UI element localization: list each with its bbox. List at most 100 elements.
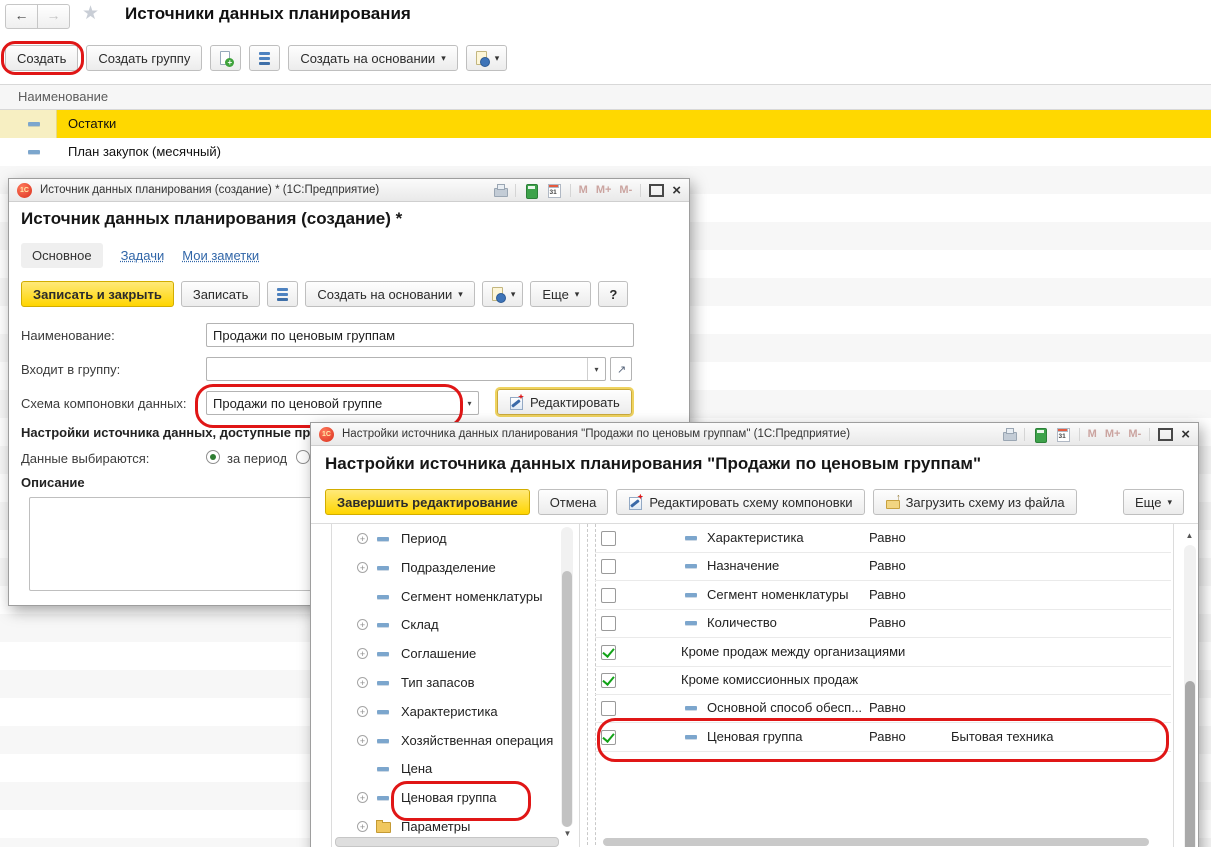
condition-checkbox[interactable] [601,616,616,631]
group-dropdown-button[interactable]: ▾ [587,358,605,380]
chevron-down-icon: ▾ [458,289,463,300]
dialog-data-source-settings: 1С Настройки источника данных планирован… [310,422,1199,847]
dialog1-titlebar[interactable]: 1С Источник данных планирования (создани… [9,179,689,202]
tab-main[interactable]: Основное [21,243,103,268]
condition-row[interactable]: Сегмент номенклатуры Равно [595,581,1171,610]
tree-hscrollbar[interactable] [335,837,559,847]
condition-operator: Равно [869,700,906,715]
close-button[interactable]: × [672,183,681,198]
column-header-name[interactable]: Наименование [0,84,1211,110]
more-button[interactable]: Еще ▾ [530,281,591,307]
list-item-icon [28,150,40,154]
save-button[interactable]: Записать [181,281,261,307]
create-group-button[interactable]: Создать группу [86,45,202,71]
settings-section-label: Настройки источника данных, доступные пр… [21,425,318,440]
condition-operator: Равно [869,530,906,545]
condition-label: Количество [707,615,777,630]
create-based-on-button[interactable]: Создать на основании ▾ [288,45,457,71]
print-icon[interactable] [492,183,507,198]
list-item-label: Остатки [68,116,116,131]
memory-m-plus: M+ [596,184,612,196]
app-window: ← → ★ Источники данных планирования Созд… [0,0,1211,847]
report-menu-button[interactable]: ▾ [482,281,524,307]
schema-input[interactable] [207,392,460,414]
create-based-on-button[interactable]: Создать на основании ▾ [305,281,474,307]
condition-checkbox[interactable] [601,645,616,660]
list-item-label: План закупок (месячный) [68,144,221,159]
help-button[interactable]: ? [598,281,628,307]
condition-label: Характеристика [707,530,804,545]
list-toolbar: Создать Создать группу Создать на основа… [5,45,507,71]
edit-schema-button[interactable]: Редактировать [497,389,632,415]
add-document-button[interactable] [210,45,241,71]
conditions-right-border [1173,524,1174,847]
name-field [206,323,634,347]
condition-operator: Равно [869,729,906,744]
create-button-label: Создать [17,51,66,66]
condition-row[interactable]: НазначениеРавно [595,552,1171,581]
data-list-button[interactable] [249,45,280,71]
scroll-up-icon[interactable]: ▲ [1183,531,1196,540]
name-input[interactable] [207,324,633,346]
tab-tasks[interactable]: Задачи [121,248,165,263]
save-and-close-button[interactable]: Записать и закрыть [21,281,174,307]
conditions-hscrollbar[interactable] [603,838,1149,846]
forward-button[interactable]: → [37,4,70,29]
report-menu-button[interactable]: ▾ [466,45,508,71]
condition-row[interactable]: Кроме продаж между организациями [595,638,1171,667]
condition-checkbox[interactable] [601,701,616,716]
conditions-scrollbar[interactable] [1184,545,1196,847]
condition-checkbox[interactable] [601,673,616,688]
list-row[interactable]: План закупок (месячный) [0,138,1211,167]
schema-field-label: Схема компоновки данных: [21,396,187,411]
calendar-icon[interactable]: 31 [547,183,562,198]
name-field-label: Наименование: [21,328,115,343]
back-button[interactable]: ← [5,4,38,29]
condition-operator: Равно [869,615,906,630]
create-group-label: Создать группу [98,51,190,66]
magic-wand-icon [509,395,524,410]
condition-operator: Равно [869,587,906,602]
group-open-button[interactable]: ↗ [610,357,632,381]
dialog1-title: Источник данных планирования (создание) … [40,184,379,196]
group-input[interactable] [207,358,587,380]
report-icon [474,51,489,66]
condition-label: Сегмент номенклатуры [707,587,848,602]
schema-field: ▾ [206,391,479,415]
condition-item-icon [685,621,697,625]
chevron-down-icon: ▾ [441,53,446,64]
calculator-icon[interactable] [524,183,539,198]
condition-label: Кроме продаж между организациями [681,644,905,659]
description-label: Описание [21,475,85,490]
condition-row[interactable]: Основной способ обесп...Равно [595,694,1171,723]
favorite-star-icon[interactable]: ★ [82,2,99,25]
condition-checkbox[interactable] [601,531,616,546]
condition-row[interactable]: Характеристика Равно [595,524,1171,553]
radio-second-option[interactable] [296,450,310,464]
conditions-list: ХарактеристикаРавноНазначениеРавноСегмен… [311,423,1198,847]
condition-item-icon [685,536,697,540]
condition-row[interactable]: Ценовая группаРавноБытовая техника [595,723,1171,752]
maximize-button[interactable] [649,184,664,197]
condition-label: Кроме комиссионных продаж [681,672,858,687]
condition-checkbox[interactable] [601,730,616,745]
nav-buttons: ← → [5,4,70,29]
create-button[interactable]: Создать [5,45,78,71]
data-list-button[interactable] [267,281,298,307]
condition-row[interactable]: Кроме комиссионных продаж [595,666,1171,695]
data-stack-icon [257,51,272,66]
radio-for-period[interactable] [206,450,220,464]
1c-logo-icon: 1С [17,183,32,198]
tab-my-notes[interactable]: Мои заметки [182,248,259,263]
chevron-down-icon: ▾ [575,289,580,300]
condition-row[interactable]: Количество Равно [595,609,1171,638]
condition-checkbox[interactable] [601,588,616,603]
condition-checkbox[interactable] [601,559,616,574]
condition-label: Назначение [707,558,779,573]
schema-dropdown-button[interactable]: ▾ [460,392,478,414]
dialog1-tabs: Основное Задачи Мои заметки [21,243,259,268]
data-stack-icon [275,287,290,302]
condition-item-icon [685,735,697,739]
list-row[interactable]: Остатки [0,110,1211,138]
data-select-label: Данные выбираются: [21,451,149,466]
